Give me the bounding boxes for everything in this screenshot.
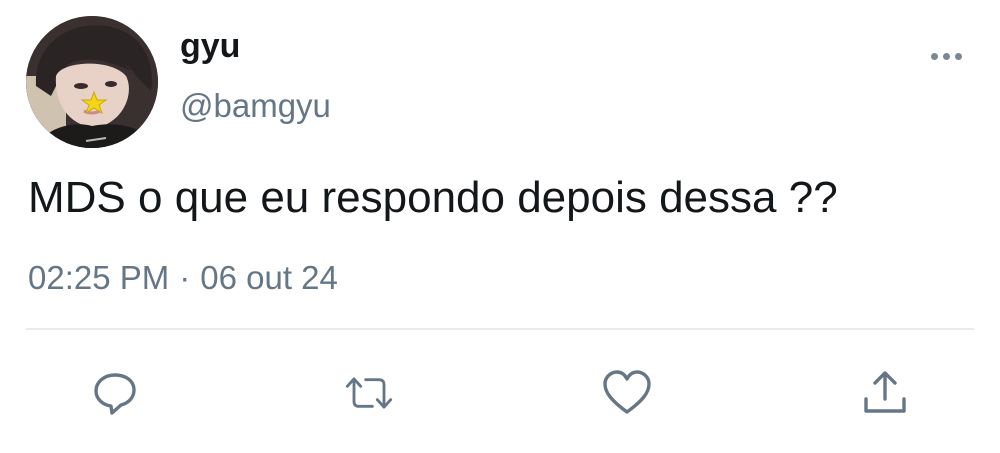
display-name[interactable]: gyu	[180, 26, 240, 66]
reply-button[interactable]	[90, 368, 140, 418]
heart-icon	[603, 370, 651, 414]
share-button[interactable]	[860, 368, 910, 418]
retweet-button[interactable]	[344, 368, 394, 418]
like-button[interactable]	[602, 368, 652, 418]
more-options-button[interactable]	[924, 44, 968, 68]
avatar-image	[26, 16, 158, 148]
tweet-text: MDS o que eu respondo depois dessa ??	[28, 173, 838, 222]
comment-icon	[94, 373, 136, 415]
share-icon	[864, 371, 906, 413]
tweet-date: 06 out 24	[200, 259, 338, 296]
meta-separator: ·	[179, 259, 191, 296]
tweet-timestamp[interactable]: 02:25 PM · 06 out 24	[28, 258, 338, 298]
divider	[26, 328, 974, 330]
avatar[interactable]	[26, 16, 158, 148]
tweet-time: 02:25 PM	[28, 259, 170, 296]
user-handle[interactable]: @bamgyu	[180, 86, 331, 126]
tweet-card: gyu @bamgyu MDS o que eu respondo depois…	[0, 0, 1000, 453]
more-dot-icon	[954, 52, 962, 60]
retweet-icon	[345, 377, 393, 409]
more-dot-icon	[942, 52, 950, 60]
more-dot-icon	[930, 52, 938, 60]
